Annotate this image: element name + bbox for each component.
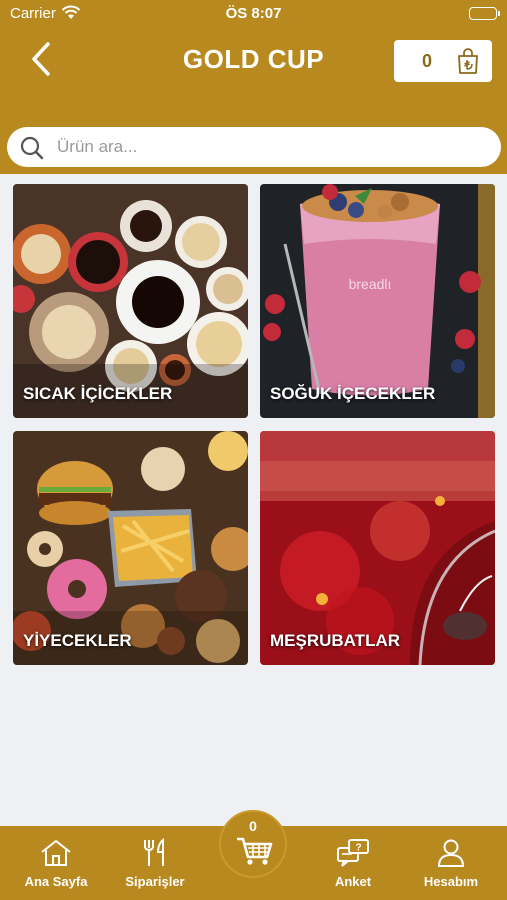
- category-food[interactable]: YİYECEKLER: [13, 431, 248, 665]
- search-input[interactable]: Ürün ara...: [57, 137, 137, 157]
- tab-survey-label: Anket: [334, 874, 372, 889]
- cart-count-badge: 0: [249, 818, 257, 834]
- hot-drinks-image: [13, 184, 248, 418]
- home-icon: [8, 836, 104, 870]
- category-soft-drinks[interactable]: MEŞRUBATLAR: [260, 431, 495, 665]
- tab-account-label: Hesabım: [423, 874, 479, 889]
- shopping-bag-lira-icon: [456, 47, 480, 80]
- category-label: MEŞRUBATLAR: [270, 631, 401, 650]
- user-icon: [403, 836, 499, 870]
- fork-knife-icon: [107, 836, 203, 870]
- tab-home[interactable]: Ana Sayfa: [8, 836, 104, 889]
- soft-drinks-image: [260, 431, 495, 665]
- search-icon: [19, 135, 45, 166]
- tab-orders[interactable]: Siparişler: [107, 836, 203, 889]
- status-bar: Carrier ÖS 8:07: [0, 0, 507, 28]
- svg-text:?: ?: [355, 843, 361, 854]
- chat-question-icon: ?: [305, 836, 401, 870]
- category-cold-drinks[interactable]: breadlı SOĞUK İÇECEKLER: [260, 184, 495, 418]
- category-label: YİYECEKLER: [23, 631, 132, 650]
- tab-account[interactable]: Hesabım: [403, 836, 499, 889]
- category-label: SICAK İÇİCEKLER: [23, 384, 173, 403]
- category-label: SOĞUK İÇECEKLER: [270, 384, 436, 403]
- svg-text:breadlı: breadlı: [349, 276, 392, 292]
- tab-survey[interactable]: ? Anket: [305, 836, 401, 889]
- header-cart-count: 0: [422, 51, 433, 71]
- cold-drinks-image: breadlı: [260, 184, 495, 418]
- header-cart-button[interactable]: 0: [394, 40, 492, 82]
- category-hot-drinks[interactable]: SICAK İÇİCEKLER: [13, 184, 248, 418]
- tab-orders-label: Siparişler: [125, 874, 185, 889]
- clock: ÖS 8:07: [225, 5, 282, 22]
- shopping-cart-icon: [235, 836, 273, 871]
- battery-icon: [469, 7, 500, 20]
- tab-home-label: Ana Sayfa: [24, 874, 88, 889]
- food-image: [13, 431, 248, 665]
- search-bar[interactable]: Ürün ara...: [7, 127, 501, 167]
- cart-button[interactable]: 0: [219, 810, 287, 878]
